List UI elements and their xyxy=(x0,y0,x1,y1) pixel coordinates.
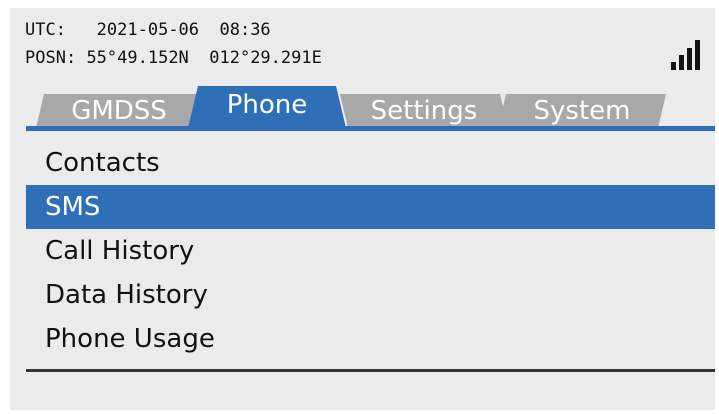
tab-settings-label: Settings xyxy=(370,96,478,126)
menu-item-label: Phone Usage xyxy=(45,324,215,354)
menu-item-label: SMS xyxy=(45,192,101,222)
menu-item-sms[interactable]: SMS xyxy=(26,185,715,229)
utc-label: UTC: xyxy=(25,20,66,40)
menu-item-label: Call History xyxy=(45,236,195,266)
position-readout: POSN: 55°49.152N 012°29.291E xyxy=(25,48,322,68)
utc-readout: UTC: 2021-05-06 08:36 xyxy=(25,20,271,40)
tab-phone[interactable]: Phone xyxy=(188,86,346,128)
tab-gmdss[interactable]: GMDSS xyxy=(36,94,202,128)
menu-item-label: Contacts xyxy=(45,148,160,178)
menu-item-data-history[interactable]: Data History xyxy=(10,273,715,317)
tab-system[interactable]: System xyxy=(498,94,666,128)
posn-label: POSN: xyxy=(25,48,77,68)
menu-item-contacts[interactable]: Contacts xyxy=(10,141,715,185)
phone-menu: Contacts SMS Call History Data History P… xyxy=(10,141,715,361)
menu-item-phone-usage[interactable]: Phone Usage xyxy=(10,317,715,361)
menu-item-call-history[interactable]: Call History xyxy=(10,229,715,273)
tab-phone-label: Phone xyxy=(226,90,308,120)
display-screen: UTC: 2021-05-06 08:36 POSN: 55°49.152N 0… xyxy=(10,8,715,410)
tab-system-label: System xyxy=(533,96,631,126)
signal-strength-icon xyxy=(671,38,707,70)
tab-gmdss-label: GMDSS xyxy=(71,96,167,126)
tab-underline xyxy=(26,126,715,131)
tab-bar: GMDSS Settings System Phone xyxy=(10,86,715,128)
tab-settings[interactable]: Settings xyxy=(340,94,508,128)
bottom-divider xyxy=(26,369,715,372)
posn-value: 55°49.152N 012°29.291E xyxy=(86,48,322,68)
menu-item-label: Data History xyxy=(45,280,208,310)
utc-value: 2021-05-06 08:36 xyxy=(96,20,271,40)
